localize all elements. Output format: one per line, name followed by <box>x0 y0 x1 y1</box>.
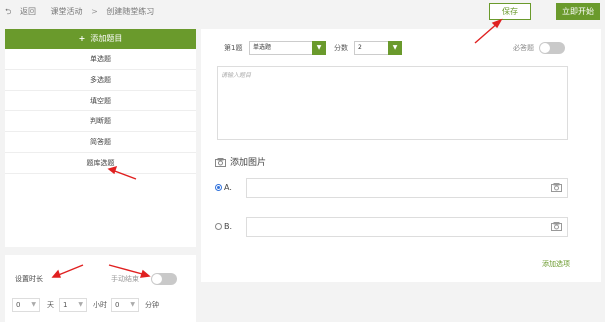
camera-icon[interactable] <box>551 183 562 192</box>
question-type-bank-select[interactable]: 题库选题 <box>5 153 196 174</box>
back-arrow-icon: ⮌ <box>5 7 12 16</box>
breadcrumb: ⮌ 返回 课堂活动 > 创建随堂练习 <box>5 6 160 20</box>
breadcrumb-classroom-activity[interactable]: 课堂活动 <box>51 7 83 16</box>
days-select[interactable]: 0 ▼ <box>12 298 40 312</box>
option-b-selector[interactable]: B. <box>215 222 232 231</box>
chevron-down-icon: ▼ <box>130 301 135 308</box>
chevron-down-icon: ▼ <box>388 41 402 55</box>
radio-unchecked-icon <box>215 223 222 230</box>
minutes-select[interactable]: 0 ▼ <box>111 298 139 312</box>
camera-icon[interactable] <box>551 222 562 231</box>
question-type-panel: + 添加题目 单选题 多选题 填空题 判断题 简答题 题库选题 <box>5 29 196 247</box>
minutes-unit: 分钟 <box>145 301 159 309</box>
question-type-multiple-choice[interactable]: 多选题 <box>5 70 196 91</box>
question-editor: 第1题 单选题 ▼ 分数 2 ▼ 必答题 请输入题目 添加图片 A. B. 添加… <box>201 29 601 282</box>
camera-icon <box>215 158 226 167</box>
question-type-short-answer[interactable]: 简答题 <box>5 132 196 153</box>
add-option-link[interactable]: 添加选项 <box>542 259 570 269</box>
top-bar: ⮌ 返回 课堂活动 > 创建随堂练习 保存 立即开始 <box>0 0 605 24</box>
add-question-label: 添加题目 <box>90 34 123 43</box>
hours-select[interactable]: 1 ▼ <box>59 298 87 312</box>
radio-checked-icon <box>215 184 222 191</box>
breadcrumb-separator: > <box>91 7 98 16</box>
duration-panel: 设置时长 手动结束 0 ▼ 天 1 ▼ 小时 0 ▼ 分钟 <box>5 255 196 322</box>
score-select[interactable]: 2 ▼ <box>354 41 402 55</box>
question-type-select[interactable]: 单选题 ▼ <box>249 41 326 55</box>
option-a-selector[interactable]: A. <box>215 183 232 192</box>
option-b-input[interactable] <box>246 217 568 237</box>
add-image-button[interactable]: 添加图片 <box>215 155 266 168</box>
start-now-button[interactable]: 立即开始 <box>556 3 600 20</box>
chevron-down-icon: ▼ <box>31 301 36 308</box>
option-a-input[interactable] <box>246 178 568 198</box>
set-duration-label: 设置时长 <box>15 275 43 283</box>
score-label: 分数 <box>334 44 348 52</box>
question-type-single-choice[interactable]: 单选题 <box>5 49 196 70</box>
required-toggle[interactable] <box>539 42 565 54</box>
chevron-down-icon: ▼ <box>312 41 326 55</box>
add-question-button[interactable]: + 添加题目 <box>5 29 196 49</box>
manual-end-toggle[interactable] <box>151 273 177 285</box>
save-button[interactable]: 保存 <box>489 3 531 20</box>
required-label: 必答题 <box>513 44 534 52</box>
back-link[interactable]: ⮌ 返回 <box>5 7 42 16</box>
hours-unit: 小时 <box>93 301 107 309</box>
chevron-down-icon: ▼ <box>78 301 83 308</box>
question-number: 第1题 <box>224 44 243 52</box>
question-type-true-false[interactable]: 判断题 <box>5 111 196 133</box>
days-unit: 天 <box>47 301 54 309</box>
question-type-fill-blank[interactable]: 填空题 <box>5 91 196 112</box>
question-content-input[interactable]: 请输入题目 <box>217 66 568 140</box>
plus-icon: + <box>78 34 86 43</box>
breadcrumb-current: 创建随堂练习 <box>106 7 155 16</box>
manual-end-label: 手动结束 <box>111 275 139 283</box>
